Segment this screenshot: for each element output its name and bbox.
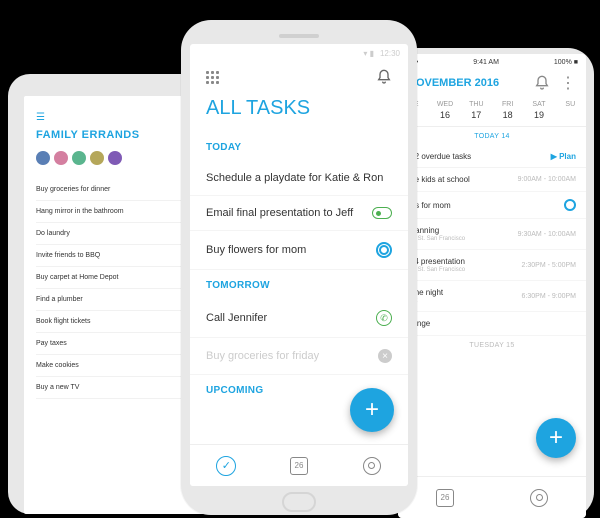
day-cell[interactable]: THU17 <box>464 101 488 120</box>
phone-center-screen: ▾ ▮ 12:30 ALL TASKS TODAY Schedule a pla… <box>190 44 408 486</box>
event-row[interactable]: nange <box>398 312 586 336</box>
weekday-row[interactable]: UE5WED16THU17FRI18SAT19SU <box>398 101 586 127</box>
nav-moments-icon[interactable] <box>529 488 549 508</box>
moment-icon <box>376 242 392 258</box>
nav-calendar-icon[interactable]: 26 <box>289 456 309 476</box>
nav-calendar-icon[interactable]: 26 <box>435 488 455 508</box>
event-row[interactable]: Q4 presentationain St. San Francisco2:30… <box>398 250 586 281</box>
phone-right-screen: ••••• 9:41 AM 100% ■ NOVEMBER 2016 ⋮ UE5… <box>398 54 586 518</box>
nav-tasks-icon[interactable]: ✓ <box>216 456 236 476</box>
avatar[interactable] <box>90 151 104 165</box>
day-cell[interactable]: FRI18 <box>496 101 520 120</box>
nav-moments-icon[interactable] <box>362 456 382 476</box>
tuesday-label: TUESDAY 15 <box>398 336 586 355</box>
menu-grid-icon[interactable] <box>206 71 219 84</box>
calendar-title[interactable]: NOVEMBER 2016 <box>408 77 499 89</box>
day-cell[interactable]: WED16 <box>433 101 457 120</box>
add-button[interactable]: + <box>536 418 576 458</box>
bottom-nav: ✓ 26 <box>190 444 408 486</box>
task-row[interactable]: Buy flowers for mom <box>190 231 408 270</box>
overdue-text: e 2 overdue tasks <box>408 152 471 161</box>
day-cell[interactable]: SU <box>558 101 582 120</box>
bell-icon[interactable] <box>376 69 392 85</box>
bottom-nav: 26 <box>398 476 586 518</box>
phone-center-device: ▾ ▮ 12:30 ALL TASKS TODAY Schedule a pla… <box>181 20 417 515</box>
status-bar: ••••• 9:41 AM 100% ■ <box>398 54 586 69</box>
page-title: ALL TASKS <box>190 95 408 132</box>
task-row[interactable]: Call Jennifer✆ <box>190 299 408 338</box>
event-row[interactable]: Planningain St. San Francisco9:30AM - 10… <box>398 219 586 250</box>
avatar[interactable] <box>54 151 68 165</box>
task-row[interactable]: Buy groceries for friday× <box>190 338 408 375</box>
speaker <box>279 34 319 38</box>
avatar[interactable] <box>72 151 86 165</box>
status-bar: ▾ ▮ 12:30 <box>190 44 408 63</box>
day-cell[interactable]: SAT19 <box>527 101 551 120</box>
today-label: TODAY 14 <box>398 127 586 146</box>
overdue-row[interactable]: e 2 overdue tasks ▶ Plan <box>398 146 586 168</box>
task-row[interactable]: Email final presentation to Jeff <box>190 196 408 231</box>
section-tomorrow: TOMORROW <box>190 270 408 299</box>
plan-button[interactable]: ▶ Plan <box>551 152 576 161</box>
event-row[interactable]: ers for mom <box>398 192 586 219</box>
event-row[interactable]: the kids at school9:00AM - 10:00AM <box>398 168 586 192</box>
phone-icon: ✆ <box>376 310 392 326</box>
status-time: 12:30 <box>380 49 400 58</box>
clear-icon[interactable]: × <box>378 349 392 363</box>
home-button[interactable] <box>282 492 316 512</box>
wifi-icon: ▾ ▮ <box>363 49 374 58</box>
event-row[interactable]: ame nightock6:30PM - 9:00PM <box>398 281 586 312</box>
battery-pct: 100% <box>554 59 572 66</box>
avatar[interactable] <box>108 151 122 165</box>
moment-icon <box>564 199 576 211</box>
section-today: TODAY <box>190 132 408 161</box>
phone-right-device: ••••• 9:41 AM 100% ■ NOVEMBER 2016 ⋮ UE5… <box>390 48 594 518</box>
avatar[interactable] <box>36 151 50 165</box>
task-row[interactable]: Schedule a playdate for Katie & Ron <box>190 161 408 196</box>
more-icon[interactable]: ⋮ <box>560 73 576 93</box>
add-button[interactable]: + <box>350 388 394 432</box>
reminder-icon <box>372 207 392 219</box>
status-time: 9:41 AM <box>473 59 499 66</box>
bell-icon[interactable] <box>534 75 550 91</box>
